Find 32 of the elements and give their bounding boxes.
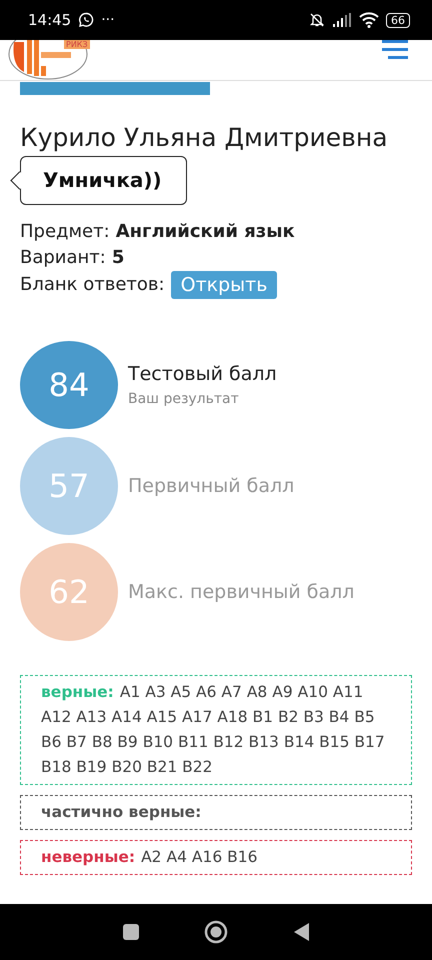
info-value: 5 — [112, 246, 124, 270]
info-label: Предмет: — [20, 220, 110, 244]
recents-icon[interactable] — [122, 923, 140, 941]
score-title: Макс. первичный балл — [128, 581, 354, 603]
logo[interactable]: РИКЗ — [8, 40, 90, 80]
answer-list: частично верные: — [41, 800, 391, 825]
signal-icon — [332, 13, 352, 27]
comment-bubble: Умничка)) — [20, 156, 187, 205]
score-value: 57 — [48, 467, 90, 505]
wifi-icon — [359, 12, 379, 28]
score-subtitle: Ваш результат — [128, 391, 240, 407]
phone-bubble-icon — [78, 12, 94, 28]
back-icon[interactable] — [292, 922, 310, 942]
score-title: Первичный балл — [128, 475, 294, 497]
info-label: Вариант: — [20, 246, 106, 270]
battery-indicator: 66 — [386, 12, 410, 28]
info-label: Бланк ответов: — [20, 273, 165, 297]
clock: 14:45 — [28, 11, 72, 29]
answer-list: верные: A1 A3 A5 A6 A7 A8 A9 A10 A11 A12 A13 A14 A15 A17 A18 B1 B2 B3 B4 B5 B6 B7 B8 B9 B10 B11 B12 B13 B14 B15 B17 B18 B19 B20 B21 B22 — [41, 680, 391, 780]
answer-list: неверные: A2 A4 A16 B16 — [41, 845, 391, 870]
more-notifications: ··· — [101, 12, 115, 28]
home-icon[interactable] — [204, 920, 228, 944]
score-value: 84 — [48, 366, 90, 404]
score-title: Тестовый балл — [128, 363, 277, 385]
logo-emblem-icon — [8, 40, 88, 80]
menu-icon[interactable] — [382, 40, 408, 62]
open-button[interactable]: Открыть — [170, 271, 278, 299]
muted-bell-icon — [309, 12, 325, 28]
student-name: Курило Ульяна Дмитриевна — [20, 123, 389, 152]
logo-text: РИКЗ — [64, 40, 90, 49]
score-value: 62 — [48, 573, 90, 611]
info-value: Английский язык — [116, 220, 295, 244]
